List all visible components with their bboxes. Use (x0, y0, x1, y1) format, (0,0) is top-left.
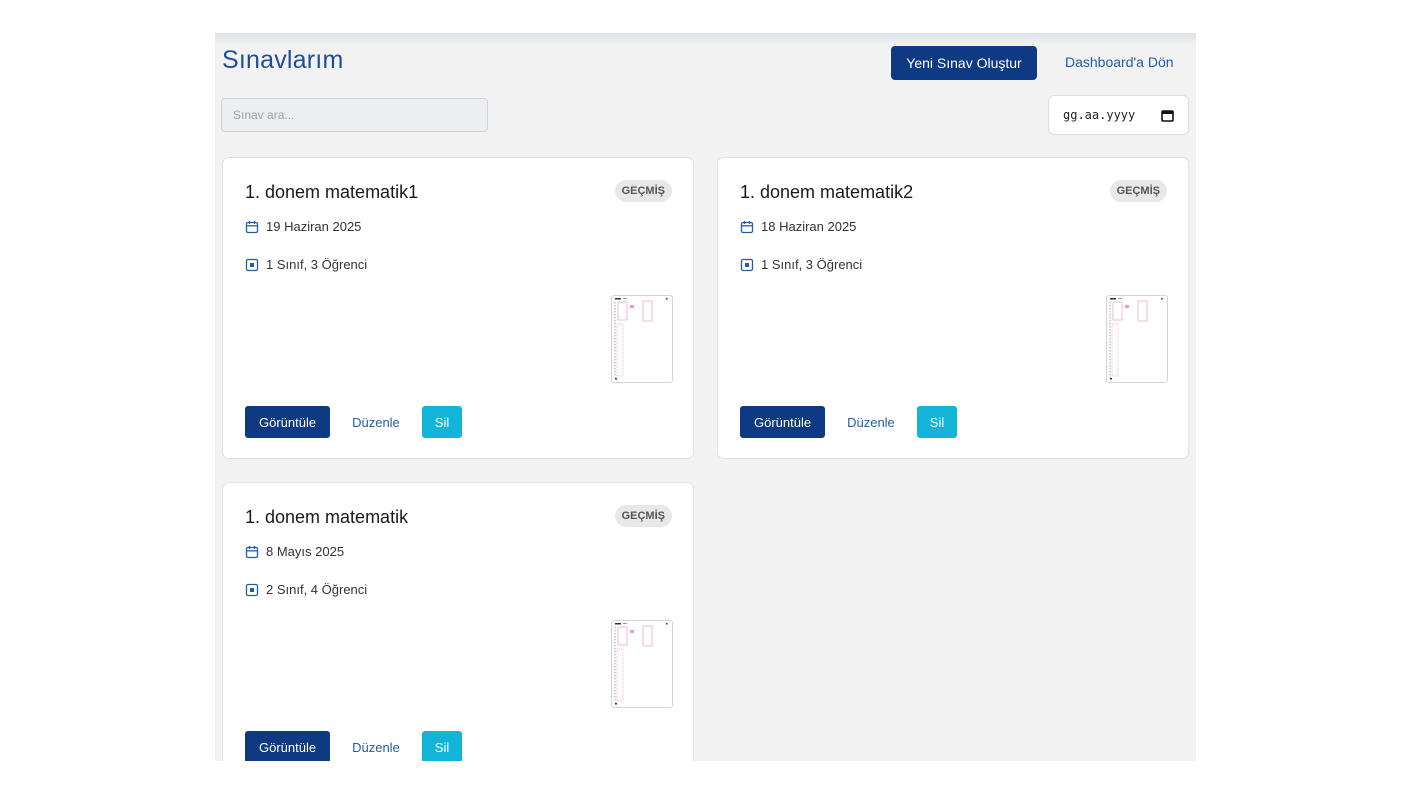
search-input[interactable] (221, 98, 488, 132)
date-filter-field[interactable]: gg.aa.yyyy (1048, 95, 1189, 135)
status-badge: GEÇMİŞ (1109, 180, 1167, 202)
view-button[interactable]: Görüntüle (740, 406, 826, 438)
exam-class-summary: 1 Sınıf, 3 Öğrenci (761, 257, 863, 272)
calendar-icon (245, 545, 259, 559)
exam-title: 1. donem matematik1 (245, 182, 419, 202)
delete-button[interactable]: Sil (916, 406, 958, 438)
edit-button[interactable]: Düzenle (847, 406, 895, 438)
status-badge: GEÇMİŞ (614, 180, 672, 202)
exam-card: 1. donem matematik1 GEÇMİŞ 19 Haziran 20… (222, 157, 694, 459)
exams-page: Sınavlarım Yeni Sınav Oluştur Dashboard'… (215, 33, 1196, 761)
exam-class-summary: 1 Sınıf, 3 Öğrenci (266, 257, 368, 272)
classroom-icon (245, 583, 259, 597)
classroom-icon (245, 258, 259, 272)
exam-class-row: 2 Sınıf, 4 Öğrenci (245, 582, 367, 597)
calendar-icon (245, 220, 259, 234)
exam-date: 19 Haziran 2025 (266, 219, 362, 234)
exam-date-row: 18 Haziran 2025 (740, 219, 856, 234)
exam-class-summary: 2 Sınıf, 4 Öğrenci (266, 582, 368, 597)
date-filter-text: gg.aa.yyyy (1063, 108, 1136, 122)
page-title: Sınavlarım (222, 46, 344, 74)
exam-date: 8 Mayıs 2025 (266, 544, 345, 559)
exam-date-row: 19 Haziran 2025 (245, 219, 361, 234)
answer-sheet-thumbnail[interactable] (611, 620, 673, 708)
exam-class-row: 1 Sınıf, 3 Öğrenci (245, 257, 367, 272)
exam-date-row: 8 Mayıs 2025 (245, 544, 344, 559)
exam-actions: Görüntüle Düzenle Sil (245, 406, 463, 438)
exam-title: 1. donem matematik (245, 507, 409, 527)
exam-card: 1. donem matematik2 GEÇMİŞ 18 Haziran 20… (717, 157, 1189, 459)
answer-sheet-thumbnail[interactable] (611, 295, 673, 383)
classroom-icon (740, 258, 754, 272)
calendar-picker-icon[interactable] (1161, 109, 1174, 122)
status-badge: GEÇMİŞ (614, 505, 672, 527)
calendar-icon (740, 220, 754, 234)
view-button[interactable]: Görüntüle (245, 406, 331, 438)
exam-card: 1. donem matematik GEÇMİŞ 8 Mayıs 2025 2… (222, 482, 694, 761)
create-exam-button[interactable]: Yeni Sınav Oluştur (891, 46, 1037, 80)
exam-actions: Görüntüle Düzenle Sil (740, 406, 958, 438)
view-button[interactable]: Görüntüle (245, 731, 331, 761)
delete-button[interactable]: Sil (421, 406, 463, 438)
edit-button[interactable]: Düzenle (352, 406, 400, 438)
exam-class-row: 1 Sınıf, 3 Öğrenci (740, 257, 862, 272)
edit-button[interactable]: Düzenle (352, 731, 400, 761)
exam-title: 1. donem matematik2 (740, 182, 914, 202)
exam-date: 18 Haziran 2025 (761, 219, 857, 234)
answer-sheet-thumbnail[interactable] (1106, 295, 1168, 383)
back-to-dashboard-link[interactable]: Dashboard'a Dön (1065, 54, 1174, 70)
exam-actions: Görüntüle Düzenle Sil (245, 731, 463, 761)
delete-button[interactable]: Sil (421, 731, 463, 761)
